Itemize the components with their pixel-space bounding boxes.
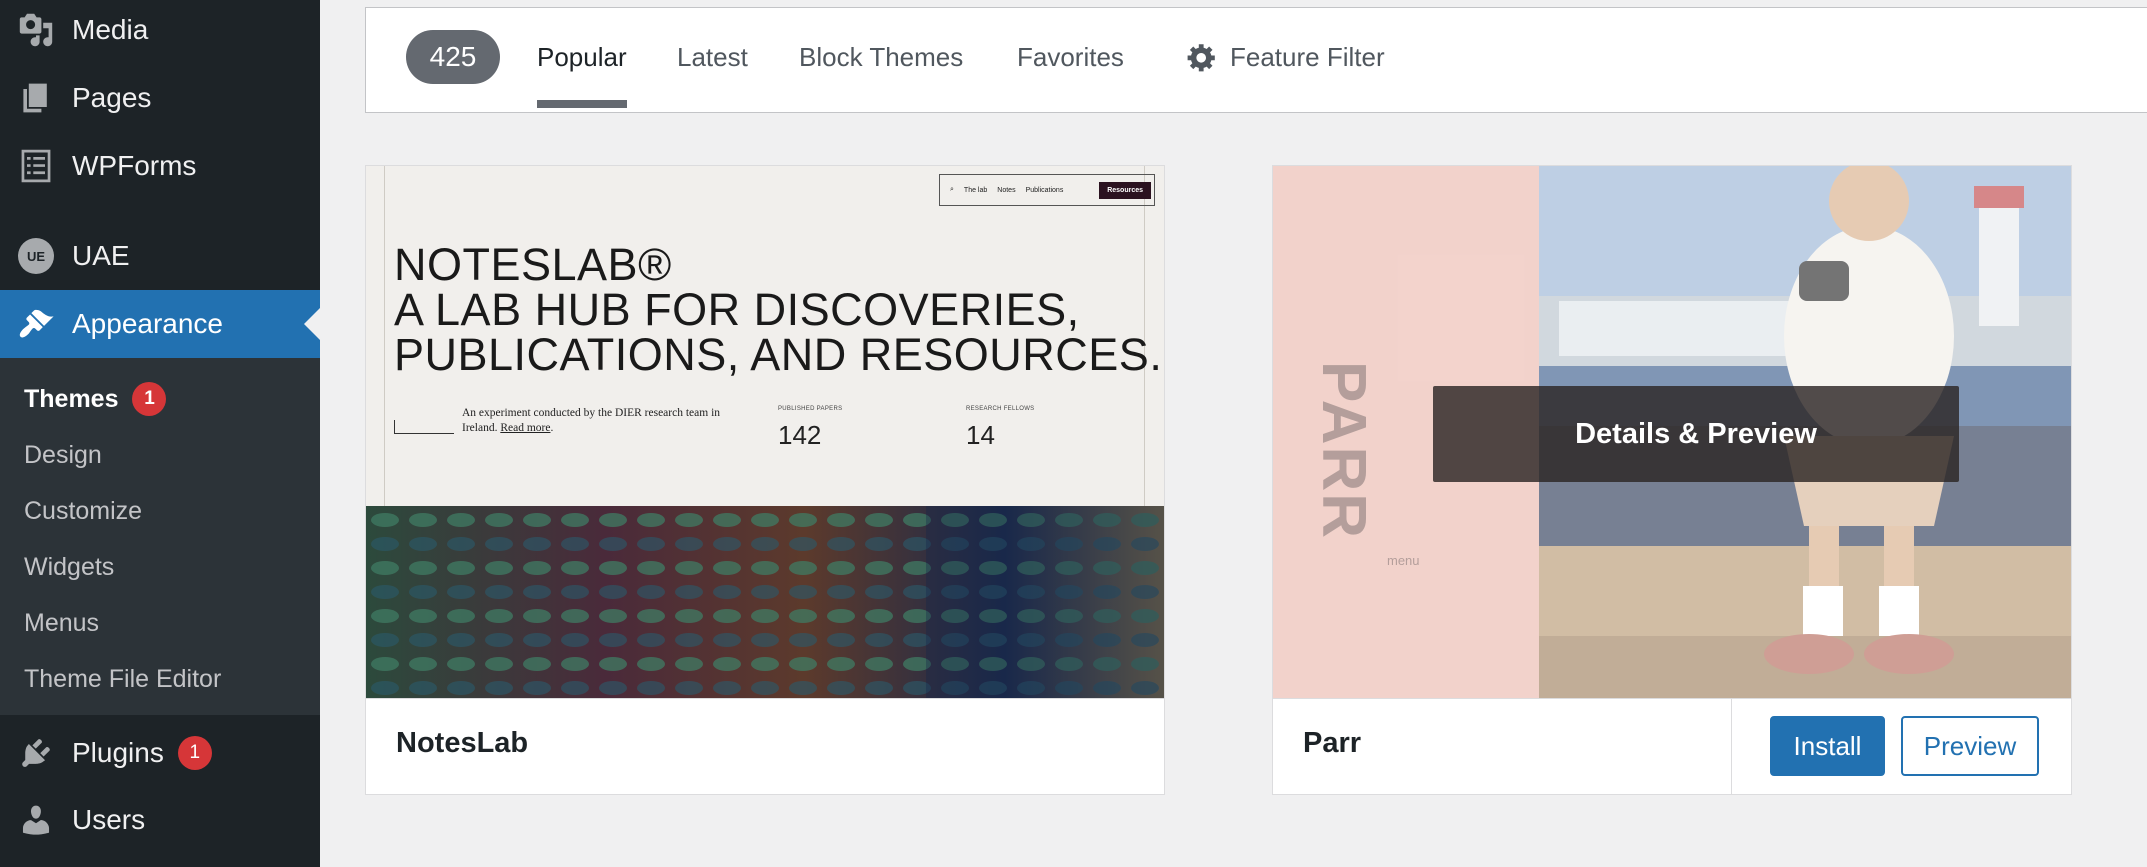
plugin-icon xyxy=(16,733,56,773)
theme-screenshot[interactable]: PARR menu Details & Preview xyxy=(1273,166,2071,698)
gear-icon xyxy=(1187,44,1215,72)
update-count-badge: 1 xyxy=(177,736,212,770)
uae-logo-text: UE xyxy=(18,238,54,274)
tab-latest[interactable]: Latest xyxy=(677,32,748,82)
sidebar-item-uae[interactable]: UE UAE xyxy=(0,222,320,290)
user-icon xyxy=(16,800,56,840)
tab-block-themes[interactable]: Block Themes xyxy=(799,32,963,82)
sidebar-item-label: Media xyxy=(72,14,149,45)
pages-icon xyxy=(16,78,56,118)
sidebar-item-plugins[interactable]: Plugins 1 xyxy=(0,719,320,787)
submenu-item-label: Themes xyxy=(24,384,119,413)
feature-filter-label: Feature Filter xyxy=(1230,41,1385,72)
sidebar-item-appearance[interactable]: Appearance xyxy=(0,290,320,358)
appearance-submenu: Themes 1 Design Customize Widgets Menus … xyxy=(0,358,320,715)
screenshot-stat-label: PUBLISHED PAPERS xyxy=(778,406,843,412)
tab-favorites[interactable]: Favorites xyxy=(1017,32,1124,82)
screenshot-read-more: Read more xyxy=(500,422,551,434)
active-indicator xyxy=(304,308,320,340)
screenshot-nav-item: Resources xyxy=(1099,181,1151,199)
sidebar-item-wpforms[interactable]: WPForms xyxy=(0,132,320,200)
sidebar-item-label: Plugins xyxy=(72,737,164,768)
theme-count-badge: 425 xyxy=(406,30,500,84)
screenshot-rule xyxy=(394,420,454,434)
screenshot-nav: ⌕ The lab Notes Publications Resources xyxy=(939,174,1155,206)
sidebar-item-label: UAE xyxy=(72,240,130,271)
submenu-item-themes[interactable]: Themes 1 xyxy=(24,382,167,416)
admin-sidebar: Media Pages WPForms UE UAE Appearance Th… xyxy=(0,0,320,867)
preview-button[interactable]: Preview xyxy=(1901,716,2039,776)
theme-screenshot[interactable]: ⌕ The lab Notes Publications Resources N… xyxy=(366,166,1164,698)
details-preview-button[interactable]: Details & Preview xyxy=(1433,386,1959,482)
tab-popular[interactable]: Popular xyxy=(537,32,627,108)
paintbrush-icon xyxy=(16,304,56,344)
screenshot-heading-line: PUBLICATIONS, AND RESOURCES. xyxy=(394,329,1163,380)
sidebar-item-users[interactable]: Users xyxy=(0,786,320,854)
submenu-item-menus[interactable]: Menus xyxy=(24,609,99,638)
media-icon xyxy=(16,10,56,50)
submenu-item-widgets[interactable]: Widgets xyxy=(24,553,114,582)
sidebar-item-pages[interactable]: Pages xyxy=(0,64,320,132)
screenshot-stat-value: 142 xyxy=(778,420,822,450)
screenshot-stat-value: 14 xyxy=(966,420,995,450)
sidebar-item-label: Pages xyxy=(72,82,152,113)
wpforms-icon xyxy=(16,146,56,186)
theme-name-bar: NotesLab xyxy=(366,698,1164,794)
theme-name: Parr xyxy=(1303,727,1362,759)
screenshot-heading-line: A LAB HUB FOR DISCOVERIES, xyxy=(394,284,1080,335)
theme-name-bar: Parr Install Preview xyxy=(1273,698,2071,795)
uae-logo-icon: UE xyxy=(16,236,56,276)
actions-divider xyxy=(1731,699,1732,795)
screenshot-fern-image xyxy=(366,506,1164,698)
screenshot-heading: NOTESLAB® A LAB HUB FOR DISCOVERIES, PUB… xyxy=(394,242,1162,377)
sidebar-item-label: Appearance xyxy=(72,308,224,339)
screenshot-guide-line xyxy=(384,166,385,506)
sidebar-item-label: Users xyxy=(72,804,146,835)
update-count-badge: 1 xyxy=(132,382,167,416)
screenshot-description: An experiment conducted by the DIER rese… xyxy=(462,407,721,434)
submenu-item-theme-file-editor[interactable]: Theme File Editor xyxy=(24,665,221,694)
screenshot-heading-line: NOTESLAB® xyxy=(394,239,672,290)
search-icon: ⌕ xyxy=(950,186,954,193)
screenshot-hero: ⌕ The lab Notes Publications Resources N… xyxy=(366,166,1164,506)
install-button[interactable]: Install xyxy=(1770,716,1885,776)
feature-filter-button[interactable]: Feature Filter xyxy=(1186,32,1385,82)
screenshot-stat-label: RESEARCH FELLOWS xyxy=(966,406,1035,412)
screenshot-nav-item: The lab xyxy=(963,186,988,194)
sidebar-item-label: WPForms xyxy=(72,150,197,181)
theme-card-noteslab[interactable]: ⌕ The lab Notes Publications Resources N… xyxy=(365,165,1165,795)
theme-filter-bar: 425 Popular Latest Block Themes Favorite… xyxy=(365,7,2147,113)
sidebar-item-media[interactable]: Media xyxy=(0,0,320,64)
screenshot-nav-item: Notes xyxy=(997,186,1016,194)
submenu-item-customize[interactable]: Customize xyxy=(24,497,142,526)
screenshot-nav-item: Publications xyxy=(1025,186,1064,194)
theme-name: NotesLab xyxy=(396,727,529,759)
submenu-item-design[interactable]: Design xyxy=(24,441,102,470)
theme-card-parr[interactable]: PARR menu Details & Preview Parr Install… xyxy=(1272,165,2072,795)
